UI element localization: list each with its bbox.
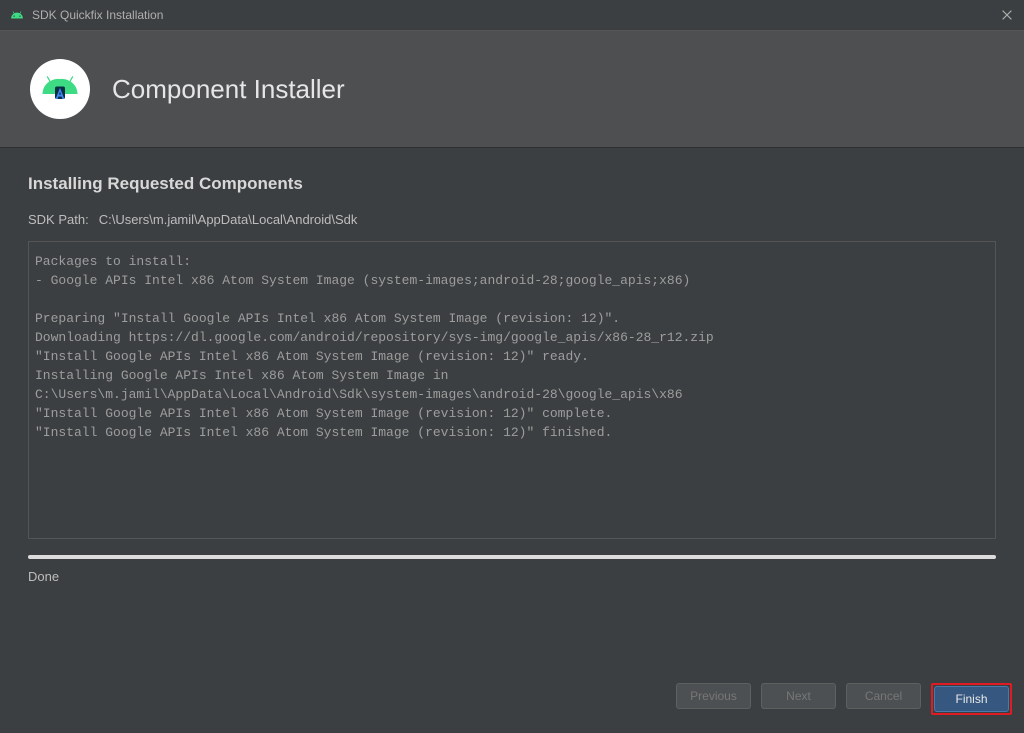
wizard-title: Component Installer [112, 74, 345, 105]
finish-highlight: Finish [931, 683, 1012, 715]
sdk-path-row: SDK Path: C:\Users\m.jamil\AppData\Local… [28, 212, 996, 227]
cancel-button: Cancel [846, 683, 921, 709]
progress-bar [28, 555, 996, 559]
wizard-content: Installing Requested Components SDK Path… [0, 148, 1024, 584]
window-title: SDK Quickfix Installation [32, 8, 163, 22]
sdk-path-value: C:\Users\m.jamil\AppData\Local\Android\S… [99, 212, 358, 227]
sdk-path-label: SDK Path: [28, 212, 89, 227]
previous-button: Previous [676, 683, 751, 709]
section-heading: Installing Requested Components [28, 174, 996, 194]
android-icon [10, 8, 24, 22]
titlebar-left: SDK Quickfix Installation [10, 8, 163, 22]
next-button: Next [761, 683, 836, 709]
close-icon[interactable] [1000, 8, 1014, 22]
android-studio-icon [30, 59, 90, 119]
install-log: Packages to install: - Google APIs Intel… [28, 241, 996, 539]
window-titlebar: SDK Quickfix Installation [0, 0, 1024, 30]
wizard-header: Component Installer [0, 30, 1024, 148]
wizard-button-row: Previous Next Cancel Finish [676, 673, 1012, 725]
status-text: Done [28, 569, 996, 584]
finish-button[interactable]: Finish [934, 686, 1009, 712]
